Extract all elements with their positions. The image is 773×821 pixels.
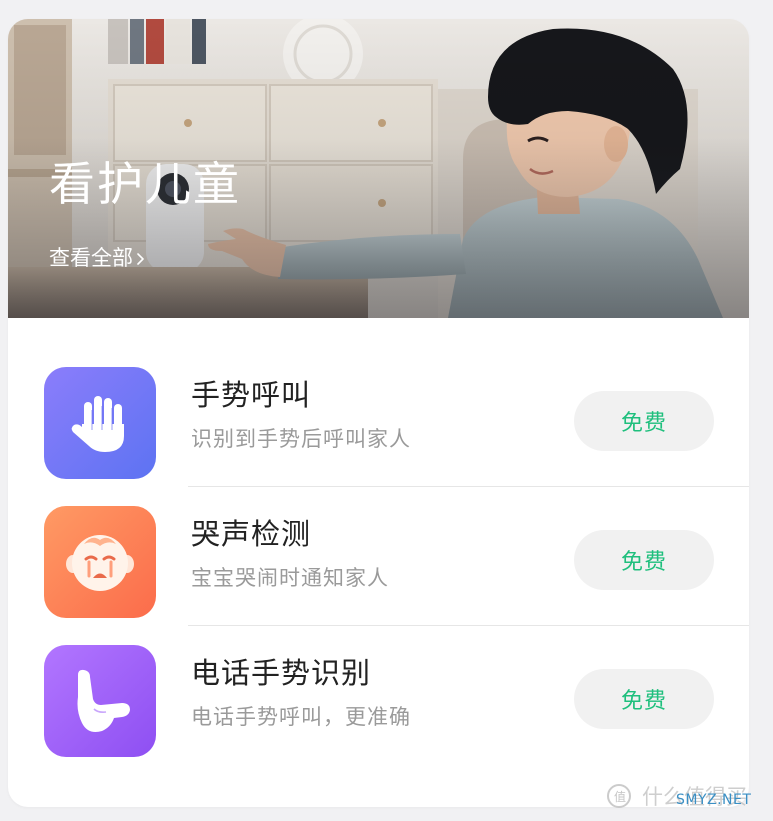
crying-baby-icon (66, 535, 134, 591)
free-button[interactable]: 免费 (574, 669, 714, 729)
feature-item-cry-detection[interactable]: 哭声检测 宝宝哭闹时通知家人 免费 (8, 457, 749, 626)
feature-item-phone-gesture[interactable]: 电话手势识别 电话手势呼叫，更准确 免费 (8, 596, 749, 757)
banner[interactable]: 看护儿童 查看全部 (8, 19, 749, 318)
banner-title: 看护儿童 (49, 157, 241, 211)
svg-text:值: 值 (614, 789, 626, 804)
feature-title: 手势呼叫 (191, 378, 312, 412)
hand-raise-icon (71, 396, 124, 452)
free-button[interactable]: 免费 (574, 530, 714, 590)
chevron-right-icon (137, 252, 144, 265)
child-care-card: 看护儿童 查看全部 手势呼叫 识别到手势后呼叫家人 免费 哭声检测 宝宝哭闹时通… (8, 19, 749, 807)
watermark-logo-icon: 值 (607, 784, 631, 808)
phone-gesture-icon (77, 669, 130, 732)
view-all-label: 查看全部 (49, 246, 133, 270)
feature-item-gesture-call[interactable]: 手势呼叫 识别到手势后呼叫家人 免费 (8, 318, 749, 487)
phone-gesture-tile (44, 645, 156, 757)
feature-description: 宝宝哭闹时通知家人 (191, 566, 389, 590)
feature-description: 电话手势呼叫，更准确 (191, 705, 411, 729)
watermark: 值 什么值得买 SMYZ.NET (606, 776, 751, 816)
feature-title: 电话手势识别 (191, 656, 372, 690)
free-button[interactable]: 免费 (574, 391, 714, 451)
view-all-link[interactable]: 查看全部 (49, 248, 146, 269)
feature-description: 识别到手势后呼叫家人 (191, 427, 411, 451)
feature-title: 哭声检测 (191, 517, 312, 551)
watermark-site: SMYZ.NET (676, 792, 752, 808)
